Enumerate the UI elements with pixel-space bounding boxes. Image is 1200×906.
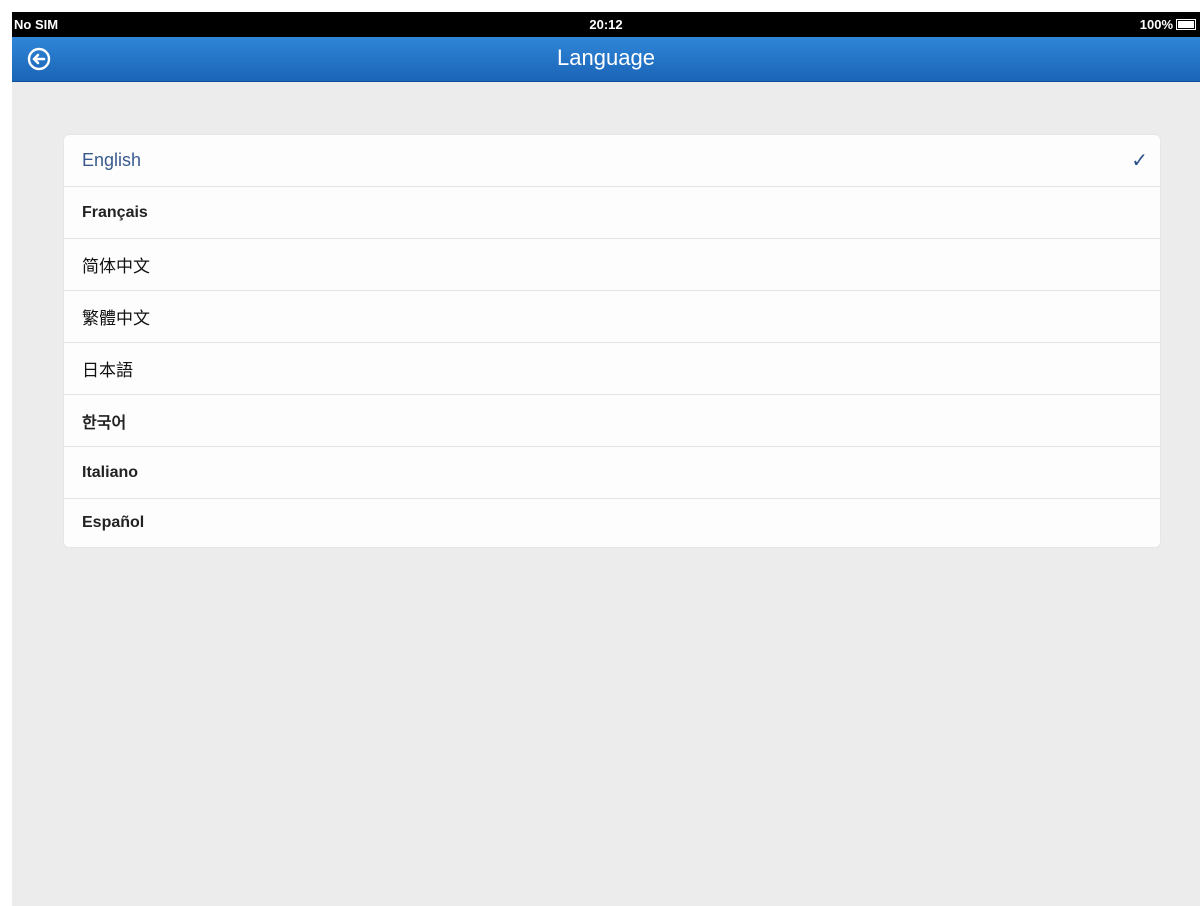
battery-percent: 100% bbox=[1139, 17, 1173, 32]
screen: No SIM 20:12 100% Language English ✓ Franç… bbox=[0, 0, 1200, 906]
checkmark-icon: ✓ bbox=[1131, 150, 1148, 172]
language-option[interactable]: Español bbox=[64, 499, 1160, 547]
page-title: Language bbox=[557, 45, 655, 70]
language-list: English ✓ Français 简体中文繁體中文日本語 한국어 Italiano Es… bbox=[63, 134, 1161, 548]
language-option[interactable]: English ✓ bbox=[64, 135, 1160, 187]
navigation-bar: Language bbox=[12, 37, 1200, 82]
language-label: 日本語 bbox=[82, 361, 133, 380]
language-label: 简体中文 bbox=[82, 257, 150, 276]
language-label: Español bbox=[82, 514, 145, 531]
content-area: English ✓ Français 简体中文繁體中文日本語 한국어 Italiano Es… bbox=[12, 82, 1200, 906]
language-option[interactable]: 日本語 bbox=[64, 343, 1160, 395]
language-option[interactable]: Français bbox=[64, 187, 1160, 239]
clock: 20:12 bbox=[589, 17, 623, 32]
language-label: 한국어 bbox=[82, 414, 127, 432]
status-bar: No SIM 20:12 100% bbox=[12, 12, 1200, 37]
battery-icon bbox=[1176, 19, 1196, 30]
language-option[interactable]: 简体中文 bbox=[64, 239, 1160, 291]
left-margin bbox=[0, 0, 12, 906]
language-label: Italiano bbox=[82, 463, 139, 481]
language-label: Français bbox=[82, 203, 148, 221]
language-label: English bbox=[82, 150, 142, 170]
language-option[interactable]: 繁體中文 bbox=[64, 291, 1160, 343]
battery-indicator: 100% bbox=[1140, 17, 1196, 32]
language-label: 繁體中文 bbox=[82, 309, 150, 328]
language-option[interactable]: 한국어 bbox=[64, 395, 1160, 447]
language-option[interactable]: Italiano bbox=[64, 447, 1160, 499]
